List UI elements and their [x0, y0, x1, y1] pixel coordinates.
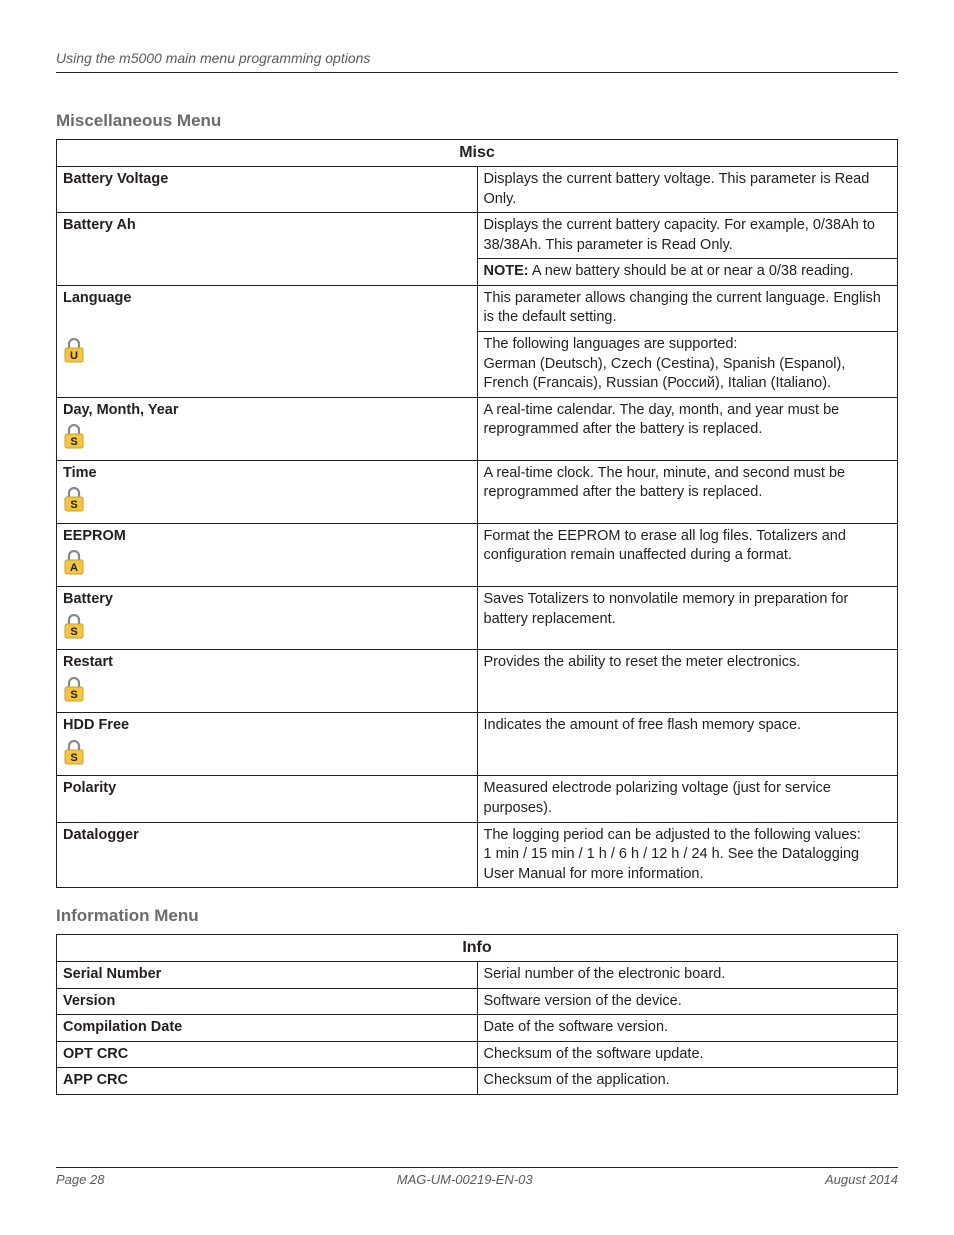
- param-label: Day, Month, Year: [63, 401, 471, 421]
- table-row: Serial Number Serial number of the elect…: [57, 962, 898, 989]
- table-row: OPT CRC Checksum of the software update.: [57, 1041, 898, 1068]
- info-heading: Information Menu: [56, 906, 898, 926]
- table-row: Battery Voltage Displays the current bat…: [57, 167, 898, 213]
- table-row: Restart S Provides the ability to reset …: [57, 650, 898, 713]
- svg-text:S: S: [70, 499, 77, 511]
- table-row: Battery Ah Displays the current battery …: [57, 213, 898, 259]
- desc-line: The following languages are supported:: [484, 336, 738, 352]
- param-desc: A real-time clock. The hour, minute, and…: [477, 460, 898, 523]
- table-row: APP CRC Checksum of the application.: [57, 1068, 898, 1095]
- param-label: Time: [63, 464, 471, 484]
- param-desc: Displays the current battery capacity. F…: [477, 213, 898, 259]
- svg-text:S: S: [70, 626, 77, 638]
- svg-text:U: U: [70, 350, 78, 362]
- table-row: Language This parameter allows changing …: [57, 285, 898, 331]
- param-label: HDD Free: [63, 716, 471, 736]
- param-label: Language: [63, 289, 471, 309]
- table-row: EEPROM A Format the EEPROM to erase all …: [57, 523, 898, 586]
- param-label: Restart: [63, 653, 471, 673]
- table-row: Day, Month, Year S A real-time calendar.…: [57, 397, 898, 460]
- footer-left: Page 28: [56, 1172, 104, 1187]
- param-label: Battery: [63, 590, 471, 610]
- svg-text:S: S: [70, 436, 77, 448]
- param-desc: Displays the current battery voltage. Th…: [477, 167, 898, 213]
- param-label: Battery Ah: [63, 216, 471, 236]
- info-table: Info Serial Number Serial number of the …: [56, 934, 898, 1095]
- param-label: OPT CRC: [57, 1041, 478, 1068]
- table-row: Compilation Date Date of the software ve…: [57, 1015, 898, 1042]
- lock-s-icon: S: [63, 614, 85, 640]
- param-label: Datalogger: [63, 826, 471, 846]
- table-row: Datalogger The logging period can be adj…: [57, 822, 898, 888]
- param-desc: Format the EEPROM to erase all log files…: [477, 523, 898, 586]
- page: Using the m5000 main menu programming op…: [0, 0, 954, 1235]
- param-desc: Checksum of the application.: [477, 1068, 898, 1095]
- param-desc: Measured electrode polarizing voltage (j…: [477, 776, 898, 822]
- param-desc: The logging period can be adjusted to th…: [477, 822, 898, 888]
- param-desc: Checksum of the software update.: [477, 1041, 898, 1068]
- param-desc: Saves Totalizers to nonvolatile memory i…: [477, 587, 898, 650]
- table-row: Polarity Measured electrode polarizing v…: [57, 776, 898, 822]
- param-desc: Indicates the amount of free flash memor…: [477, 713, 898, 776]
- table-row: HDD Free S Indicates the amount of free …: [57, 713, 898, 776]
- param-desc: Date of the software version.: [477, 1015, 898, 1042]
- lock-s-icon: S: [63, 487, 85, 513]
- param-desc: Provides the ability to reset the meter …: [477, 650, 898, 713]
- note-text: A new battery should be at or near a 0/3…: [529, 263, 854, 279]
- lock-u-icon: U: [63, 338, 85, 364]
- param-desc: This parameter allows changing the curre…: [477, 285, 898, 331]
- info-table-title: Info: [57, 935, 898, 962]
- lock-s-icon: S: [63, 677, 85, 703]
- misc-heading: Miscellaneous Menu: [56, 111, 898, 131]
- footer-center: MAG-UM-00219-EN-03: [397, 1172, 533, 1187]
- running-header: Using the m5000 main menu programming op…: [56, 50, 898, 73]
- param-desc: A real-time calendar. The day, month, an…: [477, 397, 898, 460]
- desc-line: The logging period can be adjusted to th…: [484, 827, 861, 843]
- param-label: Battery Voltage: [63, 170, 471, 190]
- lock-a-icon: A: [63, 550, 85, 576]
- misc-table-title: Misc: [57, 140, 898, 167]
- table-row: Battery S Saves Totalizers to nonvolatil…: [57, 587, 898, 650]
- lock-s-icon: S: [63, 740, 85, 766]
- table-row: NOTE: A new battery should be at or near…: [57, 259, 898, 286]
- param-label: Polarity: [63, 779, 471, 799]
- desc-line: 1 min / 15 min / 1 h / 6 h / 12 h / 24 h…: [484, 846, 860, 882]
- param-desc: Serial number of the electronic board.: [477, 962, 898, 989]
- note-label: NOTE:: [484, 263, 529, 279]
- param-desc: Software version of the device.: [477, 988, 898, 1015]
- param-label: APP CRC: [57, 1068, 478, 1095]
- page-footer: Page 28 MAG-UM-00219-EN-03 August 2014: [56, 1167, 898, 1187]
- svg-text:S: S: [70, 689, 77, 701]
- desc-line: German (Deutsch), Czech (Cestina), Spani…: [484, 356, 846, 392]
- lock-s-icon: S: [63, 424, 85, 450]
- param-label: Version: [57, 988, 478, 1015]
- table-row: Time S A real-time clock. The hour, minu…: [57, 460, 898, 523]
- param-desc: NOTE: A new battery should be at or near…: [477, 259, 898, 286]
- table-row: U The following languages are supported:…: [57, 331, 898, 397]
- table-row: Version Software version of the device.: [57, 988, 898, 1015]
- svg-text:A: A: [70, 562, 78, 574]
- param-label: Compilation Date: [57, 1015, 478, 1042]
- param-label: Serial Number: [57, 962, 478, 989]
- svg-text:S: S: [70, 752, 77, 764]
- param-label: EEPROM: [63, 527, 471, 547]
- footer-right: August 2014: [825, 1172, 898, 1187]
- param-desc: The following languages are supported: G…: [477, 331, 898, 397]
- misc-table: Misc Battery Voltage Displays the curren…: [56, 139, 898, 888]
